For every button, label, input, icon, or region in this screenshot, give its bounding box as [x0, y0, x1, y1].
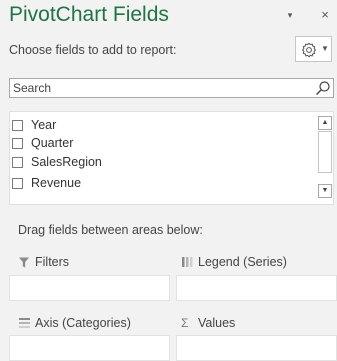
- filters-drop-zone[interactable]: [9, 275, 170, 301]
- legend-label: Legend (Series): [198, 255, 287, 269]
- filter-icon: [19, 257, 29, 268]
- chevron-down-icon: ▼: [321, 44, 329, 53]
- tools-button[interactable]: ▼: [295, 36, 332, 62]
- legend-drop-zone[interactable]: [176, 275, 337, 301]
- field-label: Year: [31, 118, 57, 132]
- field-checkbox[interactable]: [12, 157, 23, 168]
- search-box[interactable]: [9, 78, 334, 98]
- close-button[interactable]: ×: [316, 6, 334, 24]
- sigma-icon: Σ: [181, 316, 189, 330]
- rows-icon: [19, 318, 30, 328]
- drag-fields-label: Drag fields between areas below:: [18, 223, 203, 237]
- scroll-up-button[interactable]: ▲: [318, 116, 332, 130]
- field-label: Quarter: [31, 136, 74, 150]
- filters-label: Filters: [35, 255, 70, 269]
- pivotchart-fields-pane: PivotChart Fields ▾ × Choose fields to a…: [0, 0, 337, 361]
- search-icon: [316, 81, 330, 95]
- choose-fields-label: Choose fields to add to report:: [9, 43, 177, 57]
- search-input[interactable]: [13, 79, 303, 97]
- field-label: SalesRegion: [31, 155, 102, 169]
- scroll-down-button[interactable]: ▼: [318, 184, 332, 198]
- axis-label: Axis (Categories): [35, 316, 131, 330]
- gear-icon: [301, 42, 317, 58]
- field-list: Year Quarter SalesRegion Revenue: [9, 111, 334, 205]
- axis-area-header: Axis (Categories): [18, 316, 168, 336]
- values-drop-zone[interactable]: [176, 335, 337, 361]
- task-pane-options-button[interactable]: ▾: [281, 6, 299, 24]
- field-checkbox[interactable]: [12, 120, 23, 131]
- values-label: Values: [198, 316, 236, 330]
- legend-area-header: Legend (Series): [181, 255, 331, 275]
- field-checkbox[interactable]: [12, 178, 23, 189]
- field-list-scrollbar[interactable]: ▲ ▼: [318, 116, 332, 200]
- field-label: Revenue: [31, 176, 82, 190]
- values-area-header: Σ Values: [181, 316, 331, 336]
- filters-area-header: Filters: [18, 255, 168, 275]
- axis-drop-zone[interactable]: [9, 335, 170, 361]
- scroll-thumb[interactable]: [318, 131, 332, 173]
- pane-title: PivotChart Fields: [9, 3, 169, 26]
- columns-icon: [182, 257, 193, 267]
- field-checkbox[interactable]: [12, 138, 23, 149]
